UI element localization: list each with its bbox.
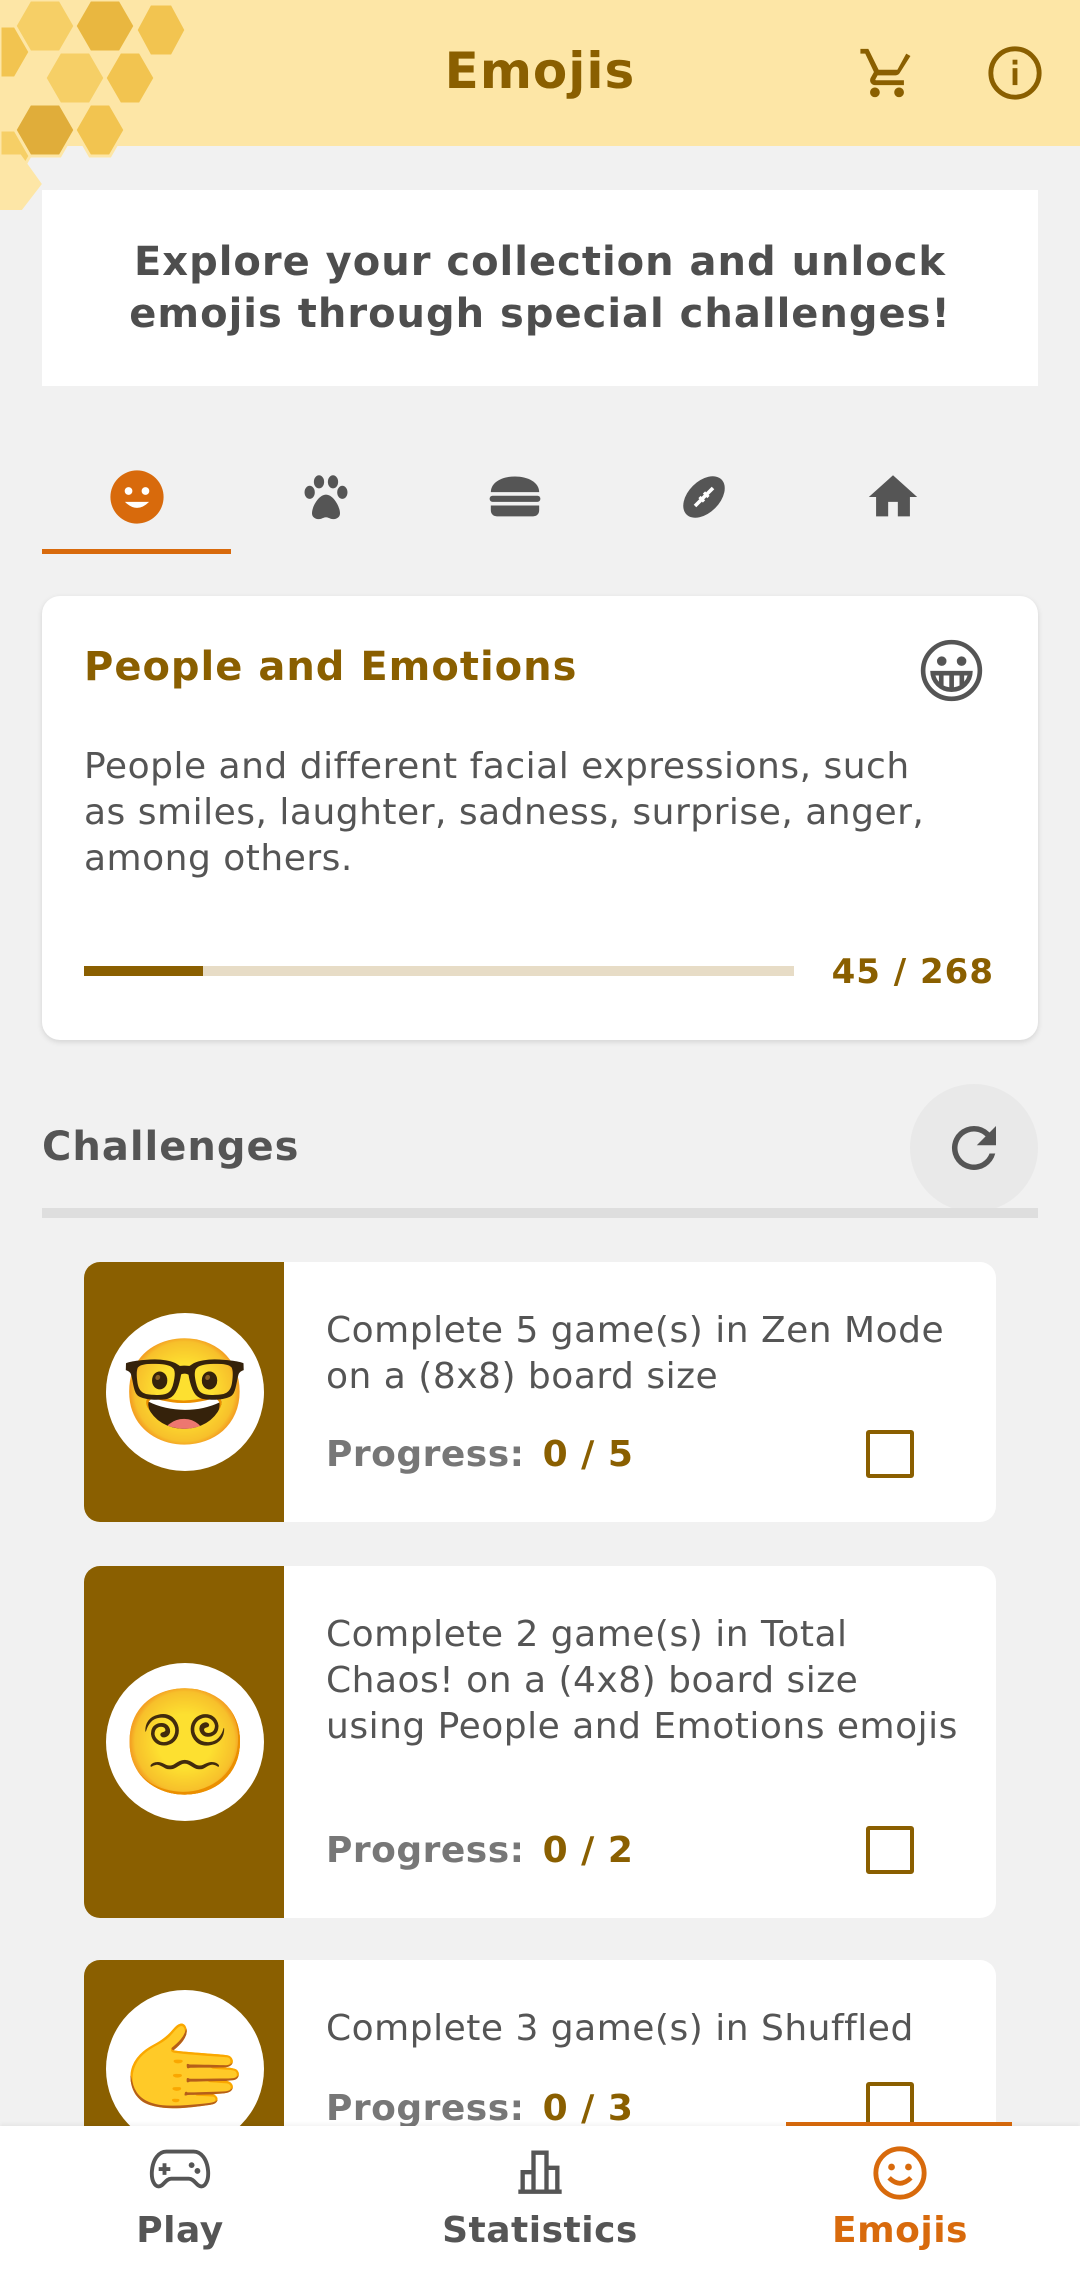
- challenge-checkbox[interactable]: [866, 1826, 914, 1874]
- challenge-progress: Progress: 0 / 5: [326, 1434, 633, 1475]
- nav-emojis[interactable]: Emojis: [720, 2126, 1080, 2273]
- category-description: People and different facial expressions,…: [84, 746, 925, 879]
- bar-chart-icon: [360, 2144, 720, 2196]
- intro-banner: Explore your collection and unlock emoji…: [42, 190, 1038, 386]
- burger-icon: [489, 476, 540, 517]
- smiley-face-icon: [109, 470, 164, 524]
- challenge-description: Complete 5 game(s) in Zen Mode on a (8x8…: [326, 1310, 945, 1397]
- challenges-divider: [42, 1208, 1038, 1218]
- category-card: People and Emotions 😀 People and differe…: [42, 596, 1038, 1040]
- challenge-description: Complete 2 game(s) in Total Chaos! on a …: [326, 1614, 958, 1747]
- tab-food[interactable]: [420, 440, 609, 554]
- challenge-emoji-panel: 😵‍💫: [84, 1566, 284, 1918]
- app-header: Emojis: [0, 0, 1080, 210]
- smiley-face-icon: [720, 2144, 1080, 2202]
- challenge-emoji: 🫱: [106, 1990, 264, 2126]
- nav-play-label: Play: [136, 2210, 224, 2251]
- progress-value: 0 / 2: [542, 1830, 634, 1871]
- nav-statistics[interactable]: Statistics: [360, 2126, 720, 2273]
- challenge-card[interactable]: 🫱 Complete 3 game(s) in Shuffled Progres…: [84, 1960, 996, 2126]
- category-title: People and Emotions: [84, 644, 578, 690]
- paw-icon: [304, 475, 347, 520]
- refresh-button[interactable]: [910, 1084, 1038, 1212]
- challenge-emoji-panel: 🫱: [84, 1960, 284, 2126]
- tab-places[interactable]: [798, 440, 987, 554]
- progress-value: 0 / 5: [542, 1434, 634, 1475]
- tab-activities[interactable]: [609, 440, 798, 554]
- refresh-icon: [951, 1126, 996, 1170]
- challenge-emoji-panel: 🤓: [84, 1262, 284, 1522]
- challenge-emoji: 🤓: [106, 1313, 264, 1471]
- challenges-title: Challenges: [42, 1124, 300, 1170]
- tab-people[interactable]: [42, 440, 231, 554]
- challenge-progress: Progress: 0 / 3: [326, 2088, 633, 2126]
- category-progress-fill: [84, 966, 204, 976]
- category-progress-bar: [84, 966, 794, 976]
- category-tabs: [42, 440, 987, 554]
- nav-statistics-label: Statistics: [442, 2210, 638, 2251]
- nav-emojis-label: Emojis: [832, 2210, 968, 2251]
- nav-play[interactable]: Play: [0, 2126, 360, 2273]
- tab-indicator: [42, 549, 231, 554]
- gamepad-icon: [0, 2144, 360, 2194]
- intro-text: Explore your collection and unlock emoji…: [129, 239, 951, 337]
- progress-label: Progress:: [326, 1434, 525, 1475]
- challenge-emoji: 😵‍💫: [106, 1663, 264, 1821]
- challenge-card[interactable]: 🤓 Complete 5 game(s) in Zen Mode on a (8…: [84, 1262, 996, 1522]
- tab-animals[interactable]: [231, 440, 420, 554]
- challenge-progress: Progress: 0 / 2: [326, 1830, 633, 1871]
- bottom-navigation: Play Statistics Emojis: [0, 2126, 1080, 2273]
- category-count: 45 / 268: [831, 952, 994, 992]
- challenge-checkbox[interactable]: [866, 2082, 914, 2126]
- shopping-cart-icon: [860, 48, 911, 98]
- info-icon: [988, 46, 1042, 100]
- progress-label: Progress:: [326, 2088, 525, 2126]
- honeycomb-decoration: [0, 0, 188, 210]
- progress-label: Progress:: [326, 1830, 525, 1871]
- football-icon: [682, 476, 725, 518]
- challenge-checkbox[interactable]: [866, 1430, 914, 1478]
- category-emoji: 😀: [915, 631, 988, 713]
- progress-value: 0 / 3: [542, 2088, 634, 2126]
- challenge-description: Complete 3 game(s) in Shuffled: [326, 2008, 914, 2049]
- challenges-list[interactable]: 🤓 Complete 5 game(s) in Zen Mode on a (8…: [0, 1240, 1080, 2126]
- cart-button[interactable]: [852, 38, 922, 108]
- house-icon: [868, 475, 917, 517]
- info-button[interactable]: [980, 38, 1050, 108]
- challenge-card[interactable]: 😵‍💫 Complete 2 game(s) in Total Chaos! o…: [84, 1566, 996, 1918]
